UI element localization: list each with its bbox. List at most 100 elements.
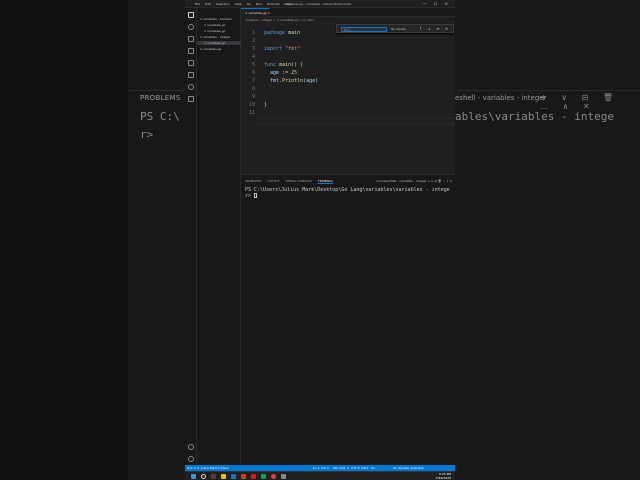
tab-terminal[interactable]: TERMINAL [317, 179, 334, 184]
explorer-sidebar: ∨ variables - boolean ∨ variables.go ∨ v… [197, 8, 241, 465]
line-number: 2 [251, 38, 255, 44]
app-taskbar-icon[interactable] [251, 474, 256, 479]
status-eol[interactable]: CRLF [361, 466, 369, 470]
code-token: } [264, 102, 268, 108]
background-terminal-line-2: r> [140, 128, 160, 141]
code-token: func [264, 62, 280, 68]
terminal-prompt: r> [245, 193, 255, 199]
line-number: 4 [251, 54, 255, 60]
task-view-icon[interactable] [211, 474, 216, 479]
line-number: 11 [248, 110, 255, 116]
menu-view[interactable]: View [235, 2, 242, 6]
background-terminal-line-1: PS C:\ [140, 110, 180, 123]
app-taskbar-icon[interactable] [281, 474, 286, 479]
tab-variables-go[interactable]: ∞ variables.go × [241, 8, 270, 17]
status-language[interactable]: Go [371, 466, 375, 470]
background-problems-label: PROBLEMS [140, 94, 181, 102]
line-number: 1 [251, 30, 255, 36]
run-debug-icon[interactable] [188, 48, 194, 54]
testing-icon[interactable] [188, 72, 194, 78]
app-taskbar-icon[interactable] [241, 474, 246, 479]
windows-start-icon[interactable] [191, 474, 196, 479]
tab-output[interactable]: OUTPUT [267, 179, 279, 184]
code-token: := [279, 70, 292, 76]
extensions-icon[interactable] [188, 60, 194, 66]
line-number: 7 [251, 78, 255, 84]
bottom-panel: PROBLEMS OUTPUT DEBUG CONSOLE TERMINAL ⊡… [241, 174, 455, 465]
tree-file[interactable]: ∨ variables.go [204, 23, 226, 27]
source-control-icon[interactable] [188, 36, 194, 42]
browser-icon[interactable] [271, 474, 276, 479]
find-nav-icons[interactable]: ↑ ↓ ≡ ✕ [419, 26, 450, 31]
find-input[interactable]: Find [341, 27, 387, 32]
menu-selection[interactable]: Selection [216, 2, 230, 6]
code-line[interactable]: func main() { [264, 62, 303, 68]
code-token: 25 [291, 70, 298, 76]
remote-explorer-icon[interactable] [188, 84, 194, 90]
window-controls[interactable]: — ☐ ✕ [423, 1, 451, 6]
terminal-cursor [254, 193, 258, 198]
tab-problems[interactable]: PROBLEMS [245, 179, 261, 184]
panel-tabs: PROBLEMS OUTPUT DEBUG CONSOLE TERMINAL [245, 179, 334, 184]
code-line[interactable]: } [264, 102, 267, 108]
clock[interactable]: 9:25 PM 7/16/2025 [436, 472, 451, 480]
background-terminal-path: ables\variables - intege [455, 110, 614, 123]
current-line-highlight [257, 118, 453, 125]
explorer-icon[interactable] [188, 12, 194, 18]
menu-bar: File Edit Selection View Go Run Terminal… [195, 2, 291, 6]
code-token: { [300, 62, 304, 68]
editor-tabs: ∞ variables.go × [241, 8, 455, 17]
search-icon[interactable] [201, 474, 206, 479]
code-token: age [264, 70, 280, 76]
code-token: main [288, 30, 301, 36]
menu-run[interactable]: Run [256, 2, 262, 6]
terminal-actions[interactable]: ⊡ powershell - variables - integer + ∨ ⊟… [376, 179, 452, 183]
terminal-output[interactable]: PS C:\Users\Julius Mark\Desktop\Go Lang\… [245, 187, 450, 199]
code-token: age [306, 78, 316, 84]
window-title: variables.go - variables - Visual Studio… [285, 2, 352, 6]
status-spaces[interactable]: Tab Size: 4 [333, 466, 349, 470]
code-line[interactable]: package main [264, 30, 300, 36]
tree-folder-boolean[interactable]: ∨ variables - boolean [200, 17, 232, 21]
find-widget: Find No results ↑ ↓ ≡ ✕ [336, 24, 454, 33]
search-icon[interactable] [188, 24, 194, 30]
menu-go[interactable]: Go [247, 2, 251, 6]
terminal-line-1: PS C:\Users\Julius Mark\Desktop\Go Lang\… [245, 187, 450, 193]
line-number: 10 [248, 102, 255, 108]
code-line[interactable]: age := 25 [264, 70, 297, 76]
account-icon[interactable] [188, 444, 194, 450]
breadcrumb[interactable]: variables - integer > ∞ variables.go > ◎… [245, 18, 314, 22]
code-token: package [264, 30, 289, 36]
tree-file-selected[interactable]: ∨ variables.go [197, 41, 241, 45]
find-results: No results [391, 27, 407, 31]
menu-edit[interactable]: Edit [205, 2, 211, 6]
menu-file[interactable]: File [195, 2, 200, 6]
status-problems[interactable]: ⊗ 0 ⚠ 0 [187, 466, 199, 470]
status-go-update[interactable]: Go Update Available [393, 466, 424, 470]
status-remote[interactable]: Julius Mark's Class [201, 466, 229, 470]
code-line[interactable]: fmt.Println(age) [264, 78, 318, 84]
windows-taskbar: 9:25 PM 7/16/2025 [185, 471, 455, 480]
tree-file[interactable]: ∨ variables.go [200, 47, 222, 51]
line-number: 9 [251, 94, 255, 100]
background-terminal-icons: + ∨ ⊟ 🗑 … ∧ ✕ [540, 93, 620, 111]
code-token: Println [282, 78, 304, 84]
gear-icon[interactable] [188, 456, 194, 462]
menu-terminal[interactable]: Terminal [267, 2, 280, 6]
tree-folder-integer[interactable]: ∨ variables - integer [200, 35, 231, 39]
code-token: "fmt" [285, 46, 301, 52]
vscode-taskbar-icon[interactable] [231, 474, 236, 479]
file-explorer-icon[interactable] [221, 474, 226, 479]
activity-bar [185, 8, 197, 465]
tab-debug-console[interactable]: DEBUG CONSOLE [286, 179, 312, 184]
status-encoding[interactable]: UTF-8 [351, 466, 360, 470]
status-position[interactable]: Ln 1, Col 1 [313, 466, 329, 470]
app-taskbar-icon[interactable] [261, 474, 266, 479]
code-token: () [291, 62, 301, 68]
code-token: fmt [264, 78, 280, 84]
tree-file[interactable]: ∨ variables.go [204, 29, 226, 33]
editor-group: ∞ variables.go × variables - integer > ∞… [241, 8, 455, 174]
docker-icon[interactable] [188, 96, 194, 102]
code-token: import [264, 46, 286, 52]
code-line[interactable]: import "fmt" [264, 46, 300, 52]
